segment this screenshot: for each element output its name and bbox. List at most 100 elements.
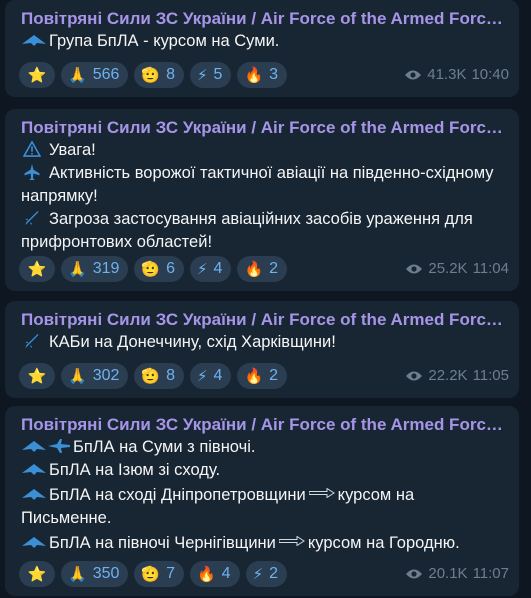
drone-icon — [21, 461, 47, 477]
star-icon: ⭐ — [27, 66, 47, 84]
arrow-right-icon — [278, 530, 305, 547]
message-bubble[interactable]: Повітряні Сили ЗС України / Air Force of… — [5, 406, 519, 596]
eye-icon — [405, 70, 422, 79]
reaction-count: 4 — [213, 367, 223, 384]
reaction-count: 3 — [269, 66, 279, 83]
salute-icon: 🫡 — [141, 260, 161, 278]
reaction-salute[interactable]: 🫡 7 — [134, 561, 184, 587]
view-count: 41.3K — [427, 66, 467, 83]
eye-icon — [406, 264, 423, 273]
message-time: 11:05 — [472, 367, 509, 384]
reaction-count: 5 — [213, 66, 223, 83]
reaction-count: 6 — [166, 260, 175, 277]
sender-name[interactable]: Повітряні Сили ЗС України / Air Force of… — [21, 414, 509, 436]
sender-name[interactable]: Повітряні Сили ЗС України / Air Force of… — [21, 117, 509, 139]
message-line: Активність ворожої тактичної авіації на … — [21, 162, 509, 185]
sender-name[interactable]: Повітряні Сили ЗС України / Air Force of… — [21, 309, 509, 331]
reaction-fire[interactable]: 🔥 2 — [237, 256, 288, 282]
reaction-salute[interactable]: 🫡 8 — [134, 62, 184, 88]
message-line: Група БпЛА - курсом на Суми. — [21, 30, 509, 53]
pray-icon: 🙏 — [68, 260, 87, 278]
view-count: 22.2K — [428, 367, 468, 384]
reaction-star[interactable]: ⭐ — [19, 62, 55, 88]
reaction-lightning[interactable]: ⚡ 5 — [189, 62, 232, 88]
reaction-star[interactable]: ⭐ — [19, 561, 55, 587]
fire-icon: 🔥 — [244, 260, 264, 278]
reaction-star[interactable]: ⭐ — [19, 256, 55, 282]
eye-icon — [406, 371, 423, 380]
pray-icon: 🙏 — [68, 367, 87, 385]
reaction-lightning[interactable]: ⚡ 4 — [189, 256, 232, 282]
jet-icon — [21, 164, 47, 180]
reaction-fire[interactable]: 🔥 3 — [237, 62, 288, 88]
sender-name[interactable]: Повітряні Сили ЗС України / Air Force of… — [21, 8, 509, 30]
message-bubble[interactable]: Повітряні Сили ЗС України / Air Force of… — [5, 109, 519, 291]
reaction-pray[interactable]: 🙏 350 — [61, 561, 129, 587]
salute-icon: 🫡 — [141, 565, 161, 583]
star-icon: ⭐ — [27, 260, 47, 278]
star-icon: ⭐ — [27, 367, 47, 385]
message-bubble[interactable]: Повітряні Сили ЗС України / Air Force of… — [5, 0, 519, 97]
message-line: напрямку! — [21, 187, 98, 205]
view-count: 20.1K — [428, 565, 468, 582]
reaction-count: 7 — [166, 565, 175, 582]
message-meta: 22.2K 11:05 — [405, 367, 509, 384]
lightning-icon: ⚡ — [196, 66, 208, 84]
reaction-count: 302 — [92, 367, 120, 384]
message-time: 11:07 — [472, 565, 509, 582]
reaction-pray[interactable]: 🙏 566 — [61, 62, 129, 88]
message-line: Увага! — [21, 139, 509, 162]
message-time: 10:40 — [471, 66, 509, 83]
lightning-icon: ⚡ — [196, 260, 208, 278]
reaction-star[interactable]: ⭐ — [19, 363, 55, 389]
message-line: БпЛА на сході Дніпропетровщини курсом на — [21, 482, 509, 507]
fire-icon: 🔥 — [196, 565, 216, 583]
reaction-count: 566 — [92, 66, 120, 83]
message-meta: 25.2K 11:04 — [405, 260, 509, 277]
reaction-salute[interactable]: 🫡 6 — [134, 256, 184, 282]
star-icon: ⭐ — [27, 565, 47, 583]
message-footer: ⭐ 🙏 319 🫡 6 ⚡ 4 🔥 2 25.2K 11:04 — [19, 256, 509, 282]
reaction-count: 2 — [269, 367, 279, 384]
reaction-count: 4 — [221, 565, 231, 582]
message-meta: 41.3K 10:40 — [404, 66, 509, 83]
reaction-fire[interactable]: 🔥 4 — [189, 561, 240, 587]
lightning-icon: ⚡ — [196, 367, 208, 385]
reaction-count: 2 — [269, 260, 279, 277]
reaction-pray[interactable]: 🙏 302 — [61, 363, 129, 389]
view-count: 25.2K — [428, 260, 468, 277]
reaction-fire[interactable]: 🔥 2 — [237, 363, 288, 389]
reaction-count: 8 — [166, 66, 175, 83]
message-footer: ⭐ 🙏 566 🫡 8 ⚡ 5 🔥 3 41.3K 10:40 — [19, 62, 509, 88]
pray-icon: 🙏 — [68, 66, 87, 84]
pray-icon: 🙏 — [68, 565, 87, 583]
missile-icon — [21, 210, 47, 226]
reaction-lightning[interactable]: ⚡ 2 — [245, 561, 288, 587]
message-line: БпЛА на Ізюм зі сходу. — [21, 459, 509, 482]
reaction-lightning[interactable]: ⚡ 4 — [189, 363, 232, 389]
message-meta: 20.1K 11:07 — [405, 565, 509, 582]
reaction-count: 4 — [213, 260, 223, 277]
drone-icon — [21, 486, 47, 502]
message-line: БпЛА на Суми з півночі. — [21, 436, 509, 459]
fire-icon: 🔥 — [244, 367, 264, 385]
eye-icon — [406, 569, 423, 578]
drone-plane-icon — [21, 438, 71, 454]
message-line: Загроза застосування авіаційних засобів … — [21, 208, 509, 231]
fire-icon: 🔥 — [244, 66, 264, 84]
reaction-pray[interactable]: 🙏 319 — [61, 256, 129, 282]
warning-triangle-icon — [21, 141, 47, 157]
reaction-salute[interactable]: 🫡 8 — [134, 363, 184, 389]
drone-icon — [21, 534, 47, 550]
salute-icon: 🫡 — [141, 66, 161, 84]
message-line: Письменне. — [21, 509, 112, 527]
message-line: БпЛА на півночі Чернігівщини курсом на Го… — [21, 530, 509, 555]
drone-icon — [21, 32, 47, 48]
missile-icon — [21, 333, 47, 349]
lightning-icon: ⚡ — [252, 565, 264, 583]
reaction-count: 350 — [92, 565, 120, 582]
reaction-count: 2 — [269, 565, 279, 582]
message-time: 11:04 — [472, 260, 509, 277]
message-footer: ⭐ 🙏 350 🫡 7 🔥 4 ⚡ 2 20.1K 11:07 — [19, 561, 509, 587]
message-bubble[interactable]: Повітряні Сили ЗС України / Air Force of… — [5, 301, 519, 398]
